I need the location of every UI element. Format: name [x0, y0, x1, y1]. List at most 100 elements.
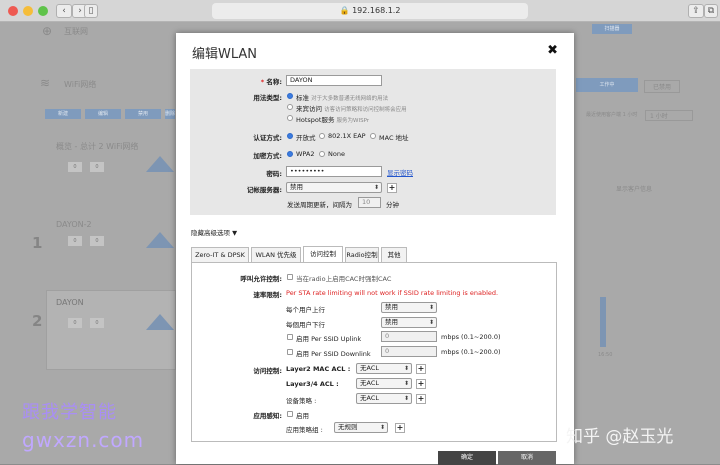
add-app-policy-button[interactable]: +	[395, 423, 405, 433]
enc-none-radio[interactable]	[319, 151, 325, 157]
l34-acl-label: Layer3/4 ACL :	[286, 380, 339, 388]
signal-graph	[146, 232, 174, 248]
status-working-button: 工作中	[576, 78, 638, 92]
device-policy-select[interactable]: 无ACL	[356, 393, 412, 404]
add-l2-acl-button[interactable]: +	[416, 364, 426, 374]
edit-wlan-dialog: 编辑WLAN ✖ * 名称: DAYON 用法类型: 标准 对于大多数普通无线网…	[176, 33, 574, 465]
signal-graph	[146, 314, 174, 330]
app-enable-checkbox[interactable]	[287, 411, 293, 417]
device-policy-label: 设备策略 :	[286, 397, 317, 405]
row-number: 1	[32, 234, 43, 252]
l2-acl-label: Layer2 MAC ACL :	[286, 365, 351, 373]
disable-wlan-button: 禁用	[125, 109, 161, 119]
share-icon[interactable]: ⇪	[688, 4, 704, 18]
ssid-downlink-input[interactable]: 0	[381, 346, 437, 357]
clients-count: 0	[68, 318, 82, 328]
minimize-window-button[interactable]	[23, 6, 33, 16]
clients-count: 0	[68, 236, 82, 246]
wlan-dayon2-label: DAYON-2	[56, 220, 92, 229]
usage-guest-text: 来宾访问	[296, 105, 322, 113]
watermark-line2: gwxzn.com	[22, 428, 145, 452]
chart-hint: 最近使用客户端 1 小时	[586, 112, 638, 118]
app-policy-select[interactable]: 无规则	[334, 422, 388, 433]
dialog-title: 编辑WLAN	[192, 47, 258, 62]
tab-radio-control[interactable]: Radio控制	[345, 247, 379, 262]
show-password-link[interactable]: 显示密码	[387, 167, 413, 177]
ssid-downlink-checkbox[interactable]	[287, 349, 293, 355]
name-input[interactable]: DAYON	[286, 75, 382, 86]
close-icon[interactable]: ✖	[547, 43, 558, 58]
auth-mac-radio[interactable]	[370, 133, 376, 139]
uplink-select[interactable]: 禁用	[381, 302, 437, 313]
rate-limit-label: 速率限制:	[253, 291, 282, 299]
enc-wpa2-radio[interactable]	[287, 151, 293, 157]
cancel-button[interactable]: 取消	[498, 451, 556, 465]
enc-wpa2-label: WPA2	[296, 150, 315, 158]
usage-label: 用法类型:	[253, 94, 282, 102]
url-text: 192.168.1.2	[352, 6, 401, 15]
add-device-policy-button[interactable]: +	[416, 394, 426, 404]
clients-count: 0	[90, 162, 104, 172]
browser-toolbar: ‹ › ▯ 🔒 192.168.1.2 ⇪ ⧉	[0, 0, 720, 22]
tab-access-control[interactable]: 访问控制	[303, 246, 343, 262]
l34-acl-select[interactable]: 无ACL	[356, 378, 412, 389]
advanced-toggle[interactable]: 隐藏高级选项 ▼	[191, 227, 237, 237]
delete-wlan-button: 删除	[165, 109, 176, 119]
close-window-button[interactable]	[8, 6, 18, 16]
ssid-uplink-label: 启用 Per SSID Uplink	[296, 335, 362, 343]
usage-guest-radio[interactable]	[287, 104, 293, 110]
name-label-text: 名称:	[266, 78, 282, 86]
usage-bar	[600, 297, 606, 347]
auth-open-radio[interactable]	[287, 133, 293, 139]
internet-label: 互联网	[64, 27, 88, 36]
auth-8021x-label: 802.1X EAP	[328, 132, 366, 140]
ssid-uplink-input[interactable]: 0	[381, 331, 437, 342]
tab-wlan-priority[interactable]: WLAN 优先级	[251, 247, 301, 262]
cac-checkbox[interactable]	[287, 274, 293, 280]
access-control-label: 访问控制:	[253, 367, 282, 375]
tab-other[interactable]: 其他	[381, 247, 407, 262]
usage-hotspot-radio[interactable]	[287, 115, 293, 121]
watermark-line1: 跟我学智能	[22, 402, 117, 423]
required-mark: *	[260, 78, 265, 86]
ssid-downlink-label: 启用 Per SSID Downlink	[296, 350, 371, 358]
ssid-uplink-checkbox[interactable]	[287, 334, 293, 340]
password-input[interactable]: •••••••••	[286, 166, 382, 177]
usage-hotspot-label: Hotspot服务 服务为WISPr	[296, 114, 369, 124]
sidebar-icon[interactable]: ▯	[84, 4, 98, 18]
wifi-section-label: WiFi网络	[64, 80, 97, 89]
usage-guest-label: 来宾访问 访客访问策略和访问控制将会应用	[296, 103, 407, 113]
downlink-select[interactable]: 禁用	[381, 317, 437, 328]
back-icon[interactable]: ‹	[56, 4, 72, 18]
accounting-select[interactable]: 禁用	[286, 182, 382, 193]
zhihu-watermark: 知乎 @赵玉光	[566, 427, 674, 447]
add-l34-acl-button[interactable]: +	[416, 379, 426, 389]
clients-count: 0	[68, 162, 82, 172]
usage-standard-radio[interactable]	[287, 93, 293, 99]
zoom-window-button[interactable]	[38, 6, 48, 16]
name-label: * 名称:	[236, 76, 282, 86]
app-policy-label: 应用策略组 :	[286, 426, 323, 434]
l2-acl-select[interactable]: 无ACL	[356, 363, 412, 374]
interim-input[interactable]: 10	[358, 197, 381, 208]
usage-standard-desc: 对于大多数普通无线网络的用法	[311, 96, 389, 102]
scan-button: 扫描器	[592, 24, 632, 34]
password-label: 密码:	[266, 170, 282, 178]
enc-none-label: None	[328, 150, 345, 158]
ok-button[interactable]: 确定	[438, 451, 496, 465]
clients-count: 0	[90, 236, 104, 246]
ssid-downlink-unit: mbps (0.1~200.0)	[441, 348, 501, 356]
auth-8021x-radio[interactable]	[319, 133, 325, 139]
edit-wlan-button: 编辑	[85, 109, 121, 119]
tab-zero-it[interactable]: Zero-IT & DPSK	[191, 247, 249, 262]
tabs-icon[interactable]: ⧉	[704, 4, 718, 18]
overview-label: 概览 - 总计 2 WiFi网络	[56, 142, 139, 151]
time-range-select: 1 小时	[645, 110, 693, 121]
interim-text: 发送周期更新，间隔为	[287, 201, 352, 209]
add-accounting-button[interactable]: +	[387, 183, 397, 193]
address-bar[interactable]: 🔒 192.168.1.2	[212, 3, 528, 19]
usage-guest-desc: 访客访问策略和访问控制将会应用	[324, 107, 407, 113]
signal-graph	[146, 156, 174, 172]
downlink-label: 每個用户下行	[286, 321, 325, 329]
app-enable-label: 启用	[296, 412, 309, 420]
